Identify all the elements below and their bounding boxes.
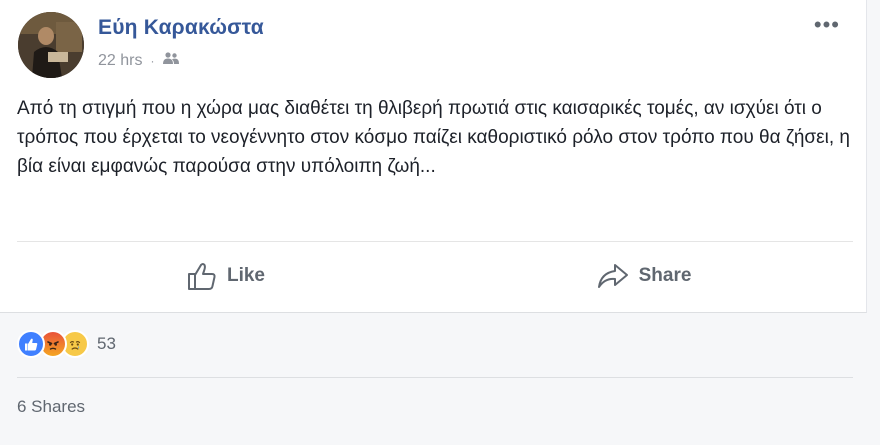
like-label: Like [226, 265, 266, 286]
share-button[interactable]: Share [435, 247, 853, 305]
reactions-summary[interactable]: 53 [17, 330, 116, 358]
author-avatar[interactable] [18, 12, 84, 78]
reaction-count: 53 [97, 334, 116, 353]
post-meta: 22 hrs · [98, 51, 180, 70]
post-timestamp[interactable]: 22 hrs [98, 52, 142, 70]
post-actions-bar: Like Share [17, 247, 853, 305]
friends-icon[interactable] [162, 51, 180, 70]
more-options-button[interactable]: ••• [814, 14, 840, 36]
share-arrow-icon [597, 263, 629, 289]
facebook-post-page: Εύη Καρακώστα 22 hrs · ••• Από τη στιγμή… [0, 0, 880, 445]
post-body-text: Από τη στιγμή που η χώρα μας διαθέτει τη… [17, 98, 850, 177]
share-label: Share [638, 265, 692, 286]
reactions-divider [17, 377, 853, 378]
like-reaction-icon [17, 330, 45, 358]
thumbs-up-icon [187, 262, 217, 290]
shares-count-link[interactable]: 6 Shares [17, 397, 85, 417]
actions-top-divider [17, 241, 853, 242]
meta-separator: · [150, 53, 155, 68]
like-button[interactable]: Like [17, 247, 435, 305]
author-name-link[interactable]: Εύη Καρακώστα [98, 16, 264, 40]
post-card: Εύη Καρακώστα 22 hrs · ••• Από τη στιγμή… [0, 0, 867, 313]
